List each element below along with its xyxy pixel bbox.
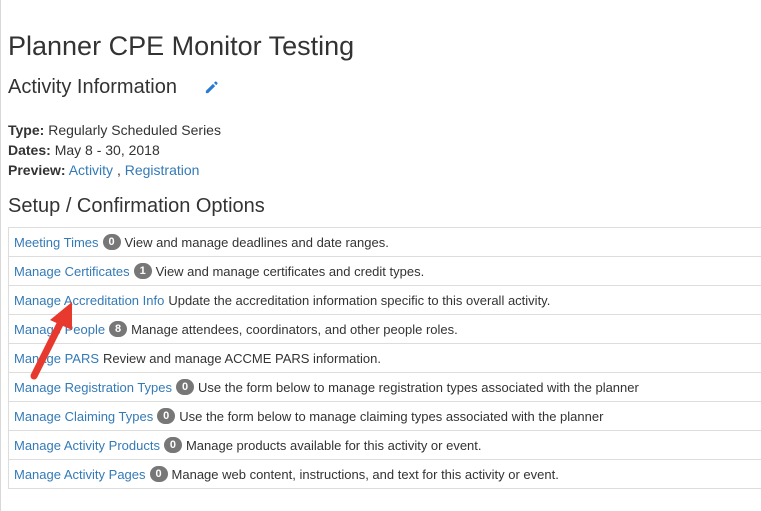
preview-activity-link[interactable]: Activity — [69, 162, 113, 178]
count-badge: 0 — [157, 408, 176, 424]
option-description: Manage web content, instructions, and te… — [171, 466, 559, 482]
option-description: Update the accreditation information spe… — [168, 292, 551, 308]
left-border — [0, 0, 1, 511]
page-title: Planner CPE Monitor Testing — [8, 31, 355, 61]
activity-details: Type: Regularly Scheduled Series Dates: … — [8, 120, 221, 180]
option-link[interactable]: Manage Certificates — [14, 264, 130, 279]
option-row: Manage Certificates 1 View and manage cert… — [8, 257, 761, 286]
preview-registration-link[interactable]: Registration — [125, 162, 200, 178]
dates-label: Dates: — [8, 142, 51, 158]
option-row: Manage Claiming Types 0 Use the form below… — [8, 402, 761, 431]
option-row: Manage Activity Products 0 Manage products… — [8, 431, 761, 460]
option-link[interactable]: Manage Activity Products — [14, 438, 160, 453]
option-description: Manage products available for this activ… — [185, 437, 482, 453]
option-link[interactable]: Manage People — [14, 322, 105, 337]
count-badge: 8 — [109, 321, 128, 337]
count-badge: 0 — [149, 466, 168, 482]
option-link[interactable]: Manage Claiming Types — [14, 409, 153, 424]
option-description: Manage attendees, coordinators, and othe… — [131, 321, 458, 337]
setup-options-list: Meeting Times 0 View and manage deadlines … — [8, 227, 761, 489]
option-link[interactable]: Manage PARS — [14, 351, 99, 366]
option-row: Manage Accreditation Info Update the accr… — [8, 286, 761, 315]
count-badge: 0 — [102, 234, 121, 250]
activity-preview-row: Preview: Activity , Registration — [8, 160, 221, 180]
option-description: View and manage deadlines and date range… — [124, 234, 389, 250]
type-label: Type: — [8, 122, 45, 138]
option-row: Manage Registration Types 0 Use the form b… — [8, 373, 761, 402]
option-description: Review and manage ACCME PARS information… — [103, 350, 381, 366]
option-row: Manage Activity Pages 0 Manage web content… — [8, 460, 761, 489]
preview-label: Preview: — [8, 162, 66, 178]
option-description: Use the form below to manage claiming ty… — [179, 408, 604, 424]
option-link[interactable]: Manage Registration Types — [14, 380, 172, 395]
setup-options-heading: Setup / Confirmation Options — [8, 195, 265, 217]
option-row: Meeting Times 0 View and manage deadlines … — [8, 228, 761, 257]
count-badge: 1 — [133, 263, 152, 279]
dates-value: May 8 - 30, 2018 — [54, 142, 160, 158]
preview-separator: , — [113, 162, 121, 178]
option-row: Manage PARS Review and manage ACCME PARS … — [8, 344, 761, 373]
activity-dates-row: Dates: May 8 - 30, 2018 — [8, 140, 221, 160]
option-description: Use the form below to manage registratio… — [198, 379, 639, 395]
count-badge: 0 — [176, 379, 195, 395]
activity-type-row: Type: Regularly Scheduled Series — [8, 120, 221, 140]
type-value: Regularly Scheduled Series — [48, 122, 221, 138]
option-link[interactable]: Meeting Times — [14, 235, 99, 250]
option-link[interactable]: Manage Accreditation Info — [14, 293, 164, 308]
count-badge: 0 — [163, 437, 182, 453]
pencil-icon[interactable] — [204, 80, 219, 95]
option-description: View and manage certificates and credit … — [155, 263, 425, 279]
activity-info-heading: Activity Information — [8, 76, 177, 98]
option-link[interactable]: Manage Activity Pages — [14, 467, 146, 482]
option-row: Manage People 8 Manage attendees, coordina… — [8, 315, 761, 344]
